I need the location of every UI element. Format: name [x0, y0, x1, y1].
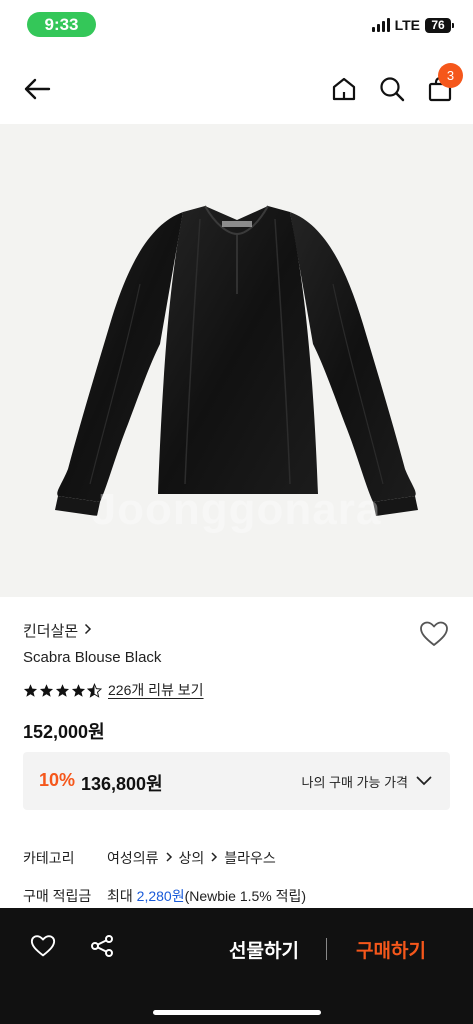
wishlist-heart-icon[interactable]	[419, 620, 449, 648]
review-link[interactable]: 226개 리뷰 보기	[108, 680, 204, 700]
network-label: LTE	[394, 17, 420, 33]
half-star-icon	[87, 682, 102, 698]
chevron-down-icon	[416, 774, 432, 789]
chevron-right-icon	[84, 622, 92, 639]
gift-button[interactable]: 선물하기	[229, 936, 299, 963]
bottom-action-bar: 선물하기 구매하기	[0, 908, 473, 1024]
points-label: 구매 적립금	[23, 888, 92, 904]
home-indicator	[153, 1010, 321, 1015]
cart-count-badge: 3	[438, 63, 463, 88]
status-indicators: LTE 76	[371, 17, 454, 33]
share-icon[interactable]	[90, 934, 114, 963]
star-icon	[71, 683, 86, 697]
breadcrumb-item[interactable]: 여성의류	[107, 848, 159, 868]
star-icon	[23, 683, 38, 697]
category-label: 카테고리	[23, 850, 75, 866]
discount-price-box[interactable]: 10% 136,800원 나의 구매 가능 가격	[23, 752, 450, 810]
breadcrumb-item[interactable]: 블라우스	[224, 848, 276, 868]
back-arrow-icon[interactable]	[22, 74, 52, 104]
chevron-right-icon	[208, 850, 220, 866]
buy-button[interactable]: 구매하기	[356, 936, 426, 963]
rating-stars	[23, 682, 102, 698]
points-note: (Newbie 1.5% 적립)	[184, 888, 307, 904]
rating-row: 226개 리뷰 보기	[23, 680, 204, 700]
points-amount: 2,280원	[136, 888, 185, 904]
points-prefix: 최대	[107, 888, 137, 904]
product-name: Scabra Blouse Black	[23, 649, 162, 666]
status-bar: 9:33 LTE 76	[0, 0, 473, 50]
brand-link[interactable]: 킨더살몬	[23, 620, 92, 641]
my-price-label: 나의 구매 가능 가격	[301, 775, 408, 790]
category-row: 카테고리 여성의류 상의 블라우스	[23, 848, 276, 868]
battery-icon: 76	[425, 17, 454, 33]
points-row: 구매 적립금 최대 2,280원 (Newbie 1.5% 적립)	[23, 886, 306, 906]
star-icon	[39, 683, 54, 697]
status-time: 9:33	[27, 12, 96, 37]
star-icon	[55, 683, 70, 697]
brand-name: 킨더살몬	[23, 623, 79, 640]
chevron-right-icon	[163, 850, 175, 866]
my-price-dropdown[interactable]: 나의 구매 가능 가격	[301, 772, 432, 791]
search-icon[interactable]	[377, 74, 407, 104]
watermark: Joonggonara	[91, 485, 382, 534]
breadcrumb: 여성의류 상의 블라우스	[107, 848, 276, 868]
discount-price: 136,800원	[81, 774, 163, 794]
home-icon[interactable]	[329, 74, 359, 104]
divider	[326, 938, 327, 960]
signal-icon	[371, 18, 390, 32]
discount-rate: 10%	[39, 770, 76, 790]
breadcrumb-item[interactable]: 상의	[179, 848, 205, 868]
heart-icon[interactable]	[30, 934, 56, 963]
top-nav	[0, 62, 473, 118]
original-price: 152,000원	[23, 722, 105, 742]
